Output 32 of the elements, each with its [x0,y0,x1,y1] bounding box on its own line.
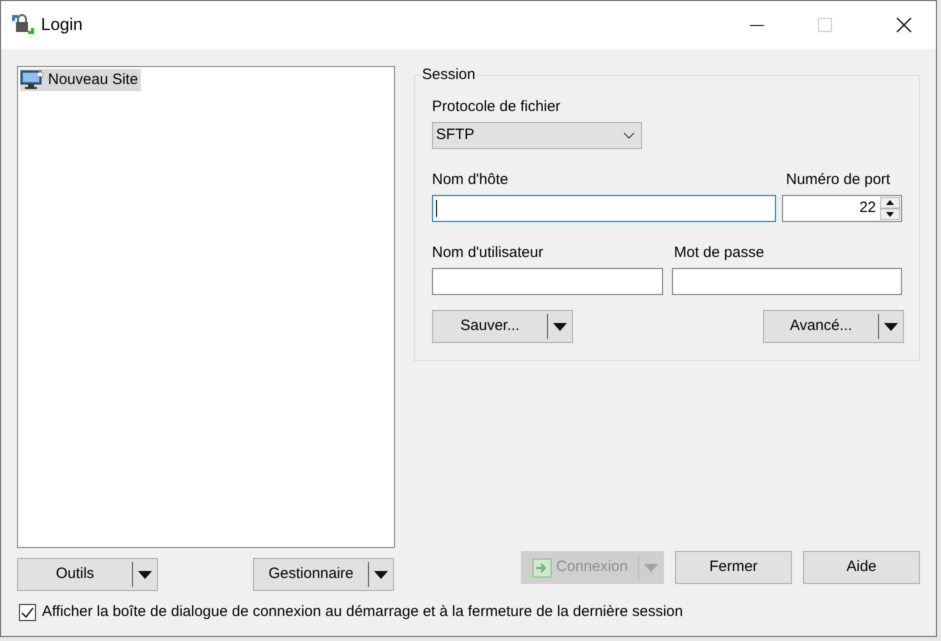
button[interactable]: Fermer [675,551,792,584]
caret-down-icon[interactable] [374,570,388,578]
close-icon[interactable] [896,17,912,33]
field-value: 22 [859,198,876,218]
window-title: Login [41,14,83,36]
tree-item[interactable]: Nouveau Site [20,69,142,91]
field-label: Protocole de fichier [432,98,562,116]
button[interactable]: Sauver... [432,310,573,343]
enter-icon [532,558,552,578]
checkbox[interactable] [19,604,36,620]
field-label: Mot de passe [674,244,764,262]
caret-down-icon[interactable] [138,570,152,578]
button[interactable]: Gestionnaire [253,558,394,591]
password-input-field[interactable] [672,268,902,295]
button[interactable]: Aide [803,551,920,584]
field-label: Nom d'utilisateur [432,244,544,262]
button[interactable]: Outils [17,558,158,591]
host-input-field[interactable] [432,195,776,222]
protocol-dropdown[interactable]: SFTP [432,122,642,149]
caret-down-icon[interactable] [553,322,567,330]
field-label: Nom d'hôte [432,171,508,189]
caret-down-icon[interactable] [884,322,898,330]
button[interactable]: Avancé... [763,310,904,343]
monitor-icon [20,70,44,90]
padlock-icon [11,13,35,37]
field-label: Numéro de port [786,171,892,189]
username-input-field[interactable] [432,268,662,295]
text-cursor [436,200,437,217]
spin-arrows-icon[interactable] [880,197,900,220]
checkbox-label: Afficher la boîte de dialogue de connexion au démarrage et à la fermeture de la dernière session [42,602,683,622]
chevron-down-icon [623,132,635,139]
port-spin-field[interactable]: 22 [782,195,902,222]
